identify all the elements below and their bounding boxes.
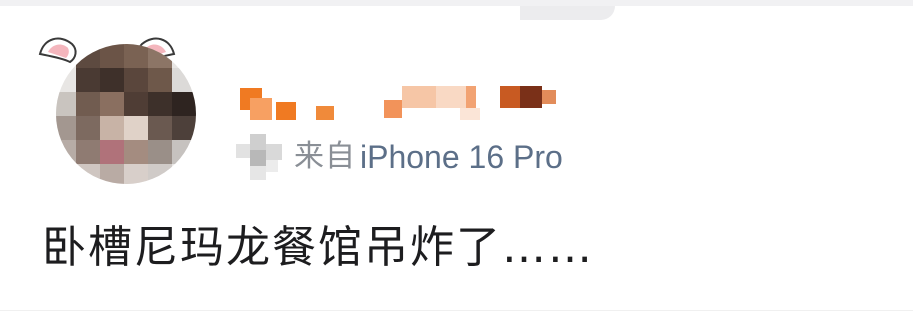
author-avatar[interactable]	[56, 44, 196, 184]
author-avatar-wrap[interactable]	[32, 28, 196, 198]
post-text: 卧槽尼玛龙餐馆吊炸了……	[42, 222, 594, 273]
post-source-line: 来自 iPhone 16 Pro	[236, 134, 563, 180]
author-username-redacted[interactable]	[236, 80, 566, 122]
post-card: 来自 iPhone 16 Pro 卧槽尼玛龙餐馆吊炸了……	[0, 6, 913, 333]
source-device[interactable]: iPhone 16 Pro	[360, 134, 563, 180]
source-mosaic-icon	[236, 134, 282, 180]
source-prefix: 来自	[294, 139, 356, 174]
bottom-divider	[0, 310, 913, 311]
avatar-mosaic-icon	[56, 44, 196, 184]
